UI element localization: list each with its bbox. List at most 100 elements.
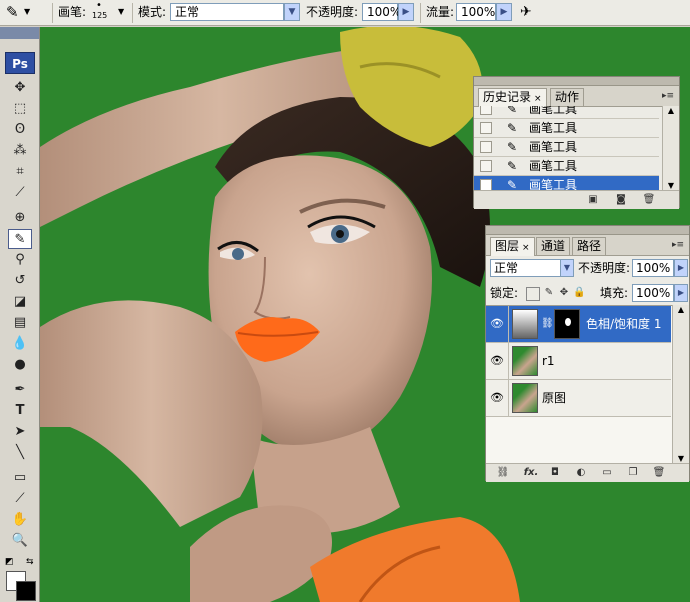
history-state-pointer-icon[interactable] bbox=[480, 179, 492, 190]
toolbox-grip[interactable] bbox=[0, 27, 39, 39]
snapshot-camera-icon[interactable]: ◙ bbox=[614, 193, 628, 206]
snapshot-checkbox[interactable] bbox=[480, 106, 492, 115]
pen-tool-icon[interactable]: ✒ bbox=[8, 380, 32, 400]
eye-icon[interactable]: 👁 bbox=[490, 354, 504, 368]
history-scrollbar[interactable]: ▲ ▼ bbox=[662, 106, 679, 190]
slice-tool-icon[interactable]: ⟋ bbox=[8, 183, 32, 203]
panel-grip[interactable] bbox=[474, 77, 679, 86]
eye-icon[interactable]: 👁 bbox=[490, 391, 504, 405]
list-item[interactable]: ✎ 画笔工具 bbox=[474, 106, 659, 119]
link-layers-icon[interactable]: ⛓ bbox=[496, 466, 510, 479]
panel-grip[interactable] bbox=[486, 226, 689, 235]
opacity-input[interactable]: 100% bbox=[362, 3, 401, 21]
layer-row-hue-saturation[interactable]: 👁 ⛓ 色相/饱和度 1 bbox=[486, 306, 671, 343]
tool-preset-dropdown-icon[interactable]: ▼ bbox=[24, 0, 30, 26]
lock-all-icon[interactable]: 🔒 bbox=[573, 287, 585, 299]
marquee-tool-icon[interactable]: ⬚ bbox=[8, 99, 32, 119]
visibility-column: 👁 bbox=[486, 380, 509, 416]
snapshot-checkbox[interactable] bbox=[480, 160, 492, 172]
tab-layers[interactable]: 图层 × bbox=[490, 237, 535, 256]
layer-mask-thumbnail[interactable] bbox=[554, 309, 580, 339]
close-icon[interactable]: × bbox=[534, 94, 542, 104]
history-brush-tool-icon[interactable]: ↺ bbox=[8, 271, 32, 291]
new-group-folder-icon[interactable]: ▭ bbox=[600, 466, 614, 479]
tab-channels[interactable]: 通道 bbox=[536, 237, 571, 255]
history-item-label: 画笔工具 bbox=[529, 159, 578, 173]
fill-arrow-icon[interactable]: ▶ bbox=[674, 284, 688, 302]
swap-colors-icon[interactable]: ⇆ bbox=[26, 557, 34, 567]
trash-icon[interactable]: 🗑 bbox=[642, 193, 656, 206]
lasso-tool-icon[interactable]: ʘ bbox=[8, 120, 32, 140]
visibility-column: 👁 bbox=[486, 343, 509, 379]
list-item-selected[interactable]: ✎ 画笔工具 bbox=[474, 176, 659, 190]
lock-transparent-icon[interactable] bbox=[526, 287, 540, 301]
panel-menu-icon[interactable]: ▸≡ bbox=[661, 89, 675, 103]
layer-row-r1[interactable]: 👁 r1 bbox=[486, 343, 671, 380]
eyedropper-tool-icon[interactable]: ⟋ bbox=[8, 489, 32, 509]
scroll-up-icon[interactable]: ▲ bbox=[673, 305, 689, 314]
notes-tool-icon[interactable]: ▭ bbox=[8, 468, 32, 488]
line-tool-icon[interactable]: ╲ bbox=[8, 443, 32, 463]
brush-picker-arrow-icon[interactable]: ▼ bbox=[118, 0, 124, 26]
list-item[interactable]: ✎ 画笔工具 bbox=[474, 119, 659, 138]
layers-scrollbar[interactable]: ▲ ▼ bbox=[672, 305, 689, 463]
opacity-slider-arrow-icon[interactable]: ▶ bbox=[398, 3, 414, 21]
mode-select[interactable]: 正常 bbox=[170, 3, 284, 21]
magic-wand-tool-icon[interactable]: ⁂ bbox=[8, 141, 32, 161]
lock-image-icon[interactable]: ✎ bbox=[543, 287, 555, 299]
brush-icon: ✎ bbox=[506, 140, 518, 154]
scroll-down-icon[interactable]: ▼ bbox=[673, 454, 689, 463]
hand-tool-icon[interactable]: ✋ bbox=[8, 510, 32, 530]
lock-position-icon[interactable]: ✥ bbox=[558, 287, 570, 299]
crop-tool-icon[interactable]: ⌗ bbox=[8, 162, 32, 182]
layer-opacity-input[interactable]: 100% bbox=[632, 259, 674, 277]
flow-slider-arrow-icon[interactable]: ▶ bbox=[496, 3, 512, 21]
fill-input[interactable]: 100% bbox=[632, 284, 674, 302]
snapshot-checkbox[interactable] bbox=[480, 122, 492, 134]
list-item[interactable]: ✎ 画笔工具 bbox=[474, 138, 659, 157]
link-chain-icon[interactable]: ⛓ bbox=[541, 318, 554, 329]
tab-history[interactable]: 历史记录 × bbox=[478, 88, 547, 107]
path-selection-tool-icon[interactable]: ➤ bbox=[8, 422, 32, 442]
layer-opacity-arrow-icon[interactable]: ▶ bbox=[674, 259, 688, 277]
close-icon[interactable]: × bbox=[522, 243, 530, 253]
tab-actions[interactable]: 动作 bbox=[550, 88, 585, 106]
move-tool-icon[interactable]: ✥ bbox=[8, 78, 32, 98]
clone-stamp-tool-icon[interactable]: ⚲ bbox=[8, 250, 32, 270]
blur-tool-icon[interactable]: 💧 bbox=[8, 334, 32, 354]
add-mask-icon[interactable]: ◘ bbox=[548, 466, 562, 479]
adjustment-layer-icon[interactable]: ◐ bbox=[574, 466, 588, 479]
new-layer-icon[interactable]: ❐ bbox=[626, 466, 640, 479]
flow-label: 流量: bbox=[426, 5, 455, 19]
list-item[interactable]: ✎ 画笔工具 bbox=[474, 157, 659, 176]
mode-dropdown-icon[interactable]: ▼ bbox=[284, 3, 300, 21]
eye-icon[interactable]: 👁 bbox=[490, 317, 504, 331]
snapshot-checkbox[interactable] bbox=[480, 141, 492, 153]
layer-thumbnail bbox=[512, 383, 538, 413]
tab-paths[interactable]: 路径 bbox=[572, 237, 607, 255]
scroll-down-icon[interactable]: ▼ bbox=[663, 181, 679, 190]
healing-brush-tool-icon[interactable]: ⊕ bbox=[8, 208, 32, 228]
flow-input[interactable]: 100% bbox=[456, 3, 496, 21]
trash-icon[interactable]: 🗑 bbox=[652, 466, 666, 479]
dodge-tool-icon[interactable]: ● bbox=[8, 355, 32, 375]
airbrush-icon[interactable]: ✈ bbox=[520, 0, 532, 26]
ps-logo[interactable]: Ps bbox=[5, 52, 35, 74]
blend-mode-select[interactable]: 正常 bbox=[490, 259, 562, 277]
type-tool-icon[interactable]: T bbox=[8, 401, 32, 421]
toolbox: Ps ✥ ⬚ ʘ ⁂ ⌗ ⟋ ⊕ ✎ ⚲ ↺ ◪ ▤ 💧 ● ✒ T ➤ ╲ ▭… bbox=[0, 27, 40, 602]
panel-menu-icon[interactable]: ▸≡ bbox=[671, 238, 685, 252]
default-colors-icon[interactable]: ◩ bbox=[5, 557, 14, 567]
brush-tool-icon[interactable]: ✎ bbox=[8, 229, 32, 249]
eraser-tool-icon[interactable]: ◪ bbox=[8, 292, 32, 312]
background-color-swatch[interactable] bbox=[16, 581, 36, 601]
layer-row-original[interactable]: 👁 原图 bbox=[486, 380, 671, 417]
blend-mode-dropdown-icon[interactable]: ▼ bbox=[560, 259, 574, 277]
layers-tabs: 图层 × 通道 路径 ▸≡ bbox=[486, 235, 689, 256]
new-document-from-state-icon[interactable]: ▣ bbox=[586, 193, 600, 206]
zoom-tool-icon[interactable]: 🔍 bbox=[8, 531, 32, 551]
scroll-up-icon[interactable]: ▲ bbox=[663, 106, 679, 115]
gradient-tool-icon[interactable]: ▤ bbox=[8, 313, 32, 333]
brush-tool-icon[interactable]: ✎ bbox=[6, 0, 19, 26]
layer-style-fx-icon[interactable]: fx. bbox=[520, 466, 542, 479]
